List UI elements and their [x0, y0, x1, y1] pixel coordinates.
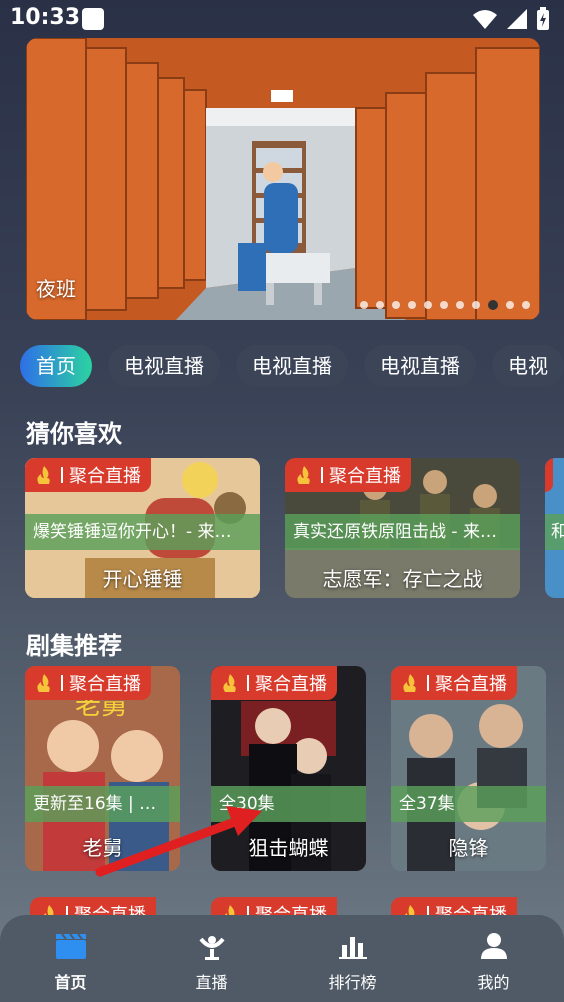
badge-label: 聚合直播: [69, 466, 141, 487]
banner-image: [26, 38, 540, 320]
nav-profile[interactable]: 我的: [423, 915, 564, 1002]
fire-icon: [37, 466, 50, 484]
nav-live[interactable]: 直播: [141, 915, 282, 1002]
carousel-dot[interactable]: [392, 301, 400, 309]
carousel-dot[interactable]: [456, 301, 464, 309]
carousel-dots: [360, 300, 530, 310]
card-title: 开心锤锤: [102, 567, 183, 591]
nav-label: 排行榜: [328, 973, 377, 992]
tab-tv-live-3[interactable]: 电视直播: [364, 345, 476, 387]
fire-icon: [403, 674, 416, 692]
carousel-dot[interactable]: [360, 301, 368, 309]
carousel-dot[interactable]: [488, 300, 498, 310]
badge-label: 聚合直播: [255, 674, 327, 695]
card-desc: 爆笑锤锤逗你开心！- 来…: [25, 514, 260, 550]
fire-icon: [37, 674, 50, 692]
bottom-nav: 首页 直播 排行榜 我的: [0, 915, 564, 1002]
badge-label: 聚合直播: [329, 466, 401, 487]
tab-tv-live-2[interactable]: 电视直播: [236, 345, 348, 387]
status-icons: [472, 7, 550, 31]
carousel-dot[interactable]: [440, 301, 448, 309]
carousel-dot[interactable]: [376, 301, 384, 309]
fire-icon: [223, 674, 236, 692]
battery-icon: [537, 7, 549, 30]
live-badge: 聚合直播: [25, 666, 151, 700]
series-card-2[interactable]: 聚合直播 全30集 狙击蝴蝶: [211, 666, 366, 871]
card-desc: 全30集: [211, 786, 366, 822]
nav-label: 我的: [477, 973, 510, 992]
nav-label: 直播: [195, 973, 228, 992]
section-title-guess: 猜你喜欢: [26, 420, 122, 448]
carousel-dot[interactable]: [424, 301, 432, 309]
carousel-dot[interactable]: [506, 301, 514, 309]
live-badge: 聚合直播: [25, 458, 151, 492]
badge-label: 聚合直播: [69, 674, 141, 695]
broadcast-icon: [198, 936, 225, 960]
series-card-1[interactable]: 老舅 聚合直播 更新至16集 | 老… 老舅: [25, 666, 180, 871]
fire-icon: [297, 466, 310, 484]
carousel-dot[interactable]: [408, 301, 416, 309]
card-title: 老舅: [82, 836, 123, 860]
bar-chart-icon: [338, 937, 367, 959]
category-tabs: 首页 电视直播 电视直播 电视直播 电视: [20, 345, 564, 387]
nav-label: 首页: [54, 973, 87, 992]
section-title-series: 剧集推荐: [26, 632, 122, 660]
card-title: 狙击蝴蝶: [248, 836, 329, 860]
card-desc: 更新至16集 | 老…: [25, 786, 180, 822]
carousel-dot[interactable]: [522, 301, 530, 309]
user-icon: [480, 933, 507, 959]
tab-tv-live-1[interactable]: 电视直播: [108, 345, 220, 387]
hero-banner[interactable]: 夜班: [26, 38, 540, 320]
carousel-dot[interactable]: [472, 301, 480, 309]
badge-label: 聚合直播: [435, 674, 507, 695]
clapperboard-icon: [55, 933, 86, 959]
live-badge: [545, 458, 553, 492]
live-badge: 聚合直播: [391, 666, 517, 700]
card-title: 志愿军：存亡之战: [322, 567, 483, 591]
signal-icon: [507, 9, 527, 29]
guess-card-2[interactable]: 聚合直播 真实还原铁原阻击战 - 来… 志愿军：存亡之战: [285, 458, 520, 598]
card-title: 隐锋: [448, 836, 489, 860]
guess-card-1[interactable]: 聚合直播 爆笑锤锤逗你开心！- 来… 开心锤锤: [25, 458, 260, 598]
notification-icon: [82, 8, 104, 30]
card-desc: 全37集: [391, 786, 546, 822]
guess-card-3[interactable]: 和: [545, 458, 564, 598]
wifi-icon: [473, 10, 497, 29]
card-desc: 和: [545, 514, 564, 550]
series-card-3[interactable]: 聚合直播 全37集 隐锋: [391, 666, 546, 871]
card-desc: 真实还原铁原阻击战 - 来…: [285, 514, 520, 550]
live-badge: 聚合直播: [211, 666, 337, 700]
status-bar: 10:33: [0, 0, 564, 36]
status-time: 10:33: [10, 5, 81, 30]
tab-home[interactable]: 首页: [20, 345, 92, 387]
tab-tv-live-4[interactable]: 电视: [492, 345, 564, 387]
live-badge: 聚合直播: [285, 458, 411, 492]
banner-title: 夜班: [36, 277, 76, 301]
nav-home[interactable]: 首页: [0, 915, 141, 1002]
nav-ranking[interactable]: 排行榜: [282, 915, 423, 1002]
